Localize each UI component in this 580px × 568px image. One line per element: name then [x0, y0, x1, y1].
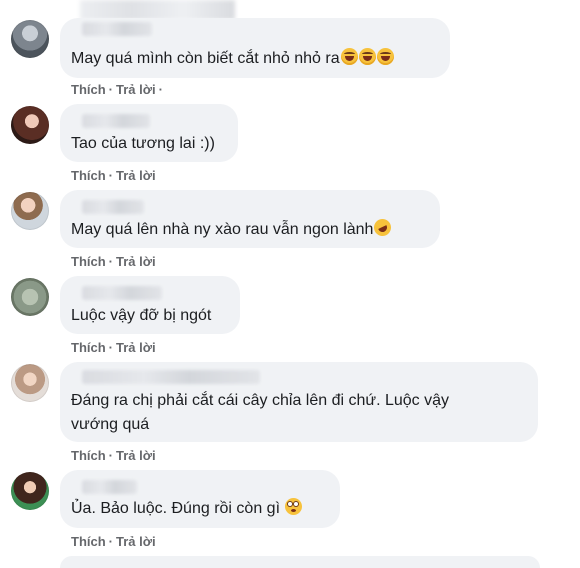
avatar[interactable]	[11, 20, 49, 58]
comment-text: May quá lên nhà ny xào rau vẫn ngon lành	[71, 216, 395, 242]
grinning-squint-emoji	[358, 48, 376, 65]
reply-link[interactable]: Trả lời	[116, 82, 156, 97]
avatar[interactable]	[11, 192, 49, 230]
comment-actions: Thích · Trả lời ·	[71, 82, 166, 97]
separator: ·	[108, 254, 114, 269]
comment-bubble: May quá lên nhà ny xào rau vẫn ngon lành	[60, 190, 440, 248]
comment-bubble: May quá mình còn biết cắt nhỏ nhỏ ra	[60, 18, 450, 78]
comment-actions: Thích · Trả lời	[71, 534, 156, 549]
like-link[interactable]: Thích	[71, 340, 106, 355]
reply-link[interactable]: Trả lời	[116, 168, 156, 183]
separator: ·	[108, 82, 114, 97]
like-link[interactable]: Thích	[71, 168, 106, 183]
comment-bubble: Ủa. Bảo luộc. Đúng rồi còn gì	[60, 470, 340, 528]
redacted-author-name	[82, 370, 260, 384]
separator: ·	[158, 82, 163, 97]
comment-bubble: Luộc vậy đỡ bị ngót	[60, 276, 240, 334]
comment-bubble: Tao của tương lai :))	[60, 104, 238, 162]
redacted-author-name	[82, 286, 162, 300]
avatar[interactable]	[11, 106, 49, 144]
next-comment-bubble-partial	[60, 556, 540, 568]
grinning-squint-emoji	[376, 48, 394, 65]
avatar[interactable]	[11, 278, 49, 316]
comment-actions: Thích · Trả lời	[71, 254, 156, 269]
like-link[interactable]: Thích	[71, 448, 106, 463]
comment-text: Đáng ra chị phải cắt cái cây chỉa lên đi…	[71, 392, 450, 433]
redacted-author-name	[82, 114, 150, 128]
separator: ·	[108, 168, 114, 183]
like-link[interactable]: Thích	[71, 82, 106, 97]
redacted-author-name	[82, 480, 137, 494]
comment-text: Luộc vậy đỡ bị ngót	[71, 307, 212, 324]
comment-bubble: Đáng ra chị phải cắt cái cây chỉa lên đi…	[60, 362, 538, 442]
grinning-squint-emoji	[340, 48, 358, 65]
rofl-emoji	[371, 216, 395, 239]
comment-text: Ủa. Bảo luộc. Đúng rồi còn gì	[71, 497, 303, 521]
comment-actions: Thích · Trả lời	[71, 340, 156, 355]
comment-text: May quá mình còn biết cắt nhỏ nhỏ ra	[71, 47, 394, 71]
blurred-previous-content	[80, 0, 235, 20]
avatar[interactable]	[11, 472, 49, 510]
avatar[interactable]	[11, 364, 49, 402]
comment-actions: Thích · Trả lời	[71, 168, 156, 183]
redacted-author-name	[82, 200, 144, 214]
redacted-author-name	[82, 22, 152, 36]
comment-text: Tao của tương lai :))	[71, 135, 215, 152]
reply-link[interactable]: Trả lời	[116, 254, 156, 269]
separator: ·	[108, 534, 114, 549]
comment-actions: Thích · Trả lời	[71, 448, 156, 463]
like-link[interactable]: Thích	[71, 534, 106, 549]
reply-link[interactable]: Trả lời	[116, 534, 156, 549]
separator: ·	[108, 448, 114, 463]
like-link[interactable]: Thích	[71, 254, 106, 269]
separator: ·	[108, 340, 114, 355]
flushed-emoji	[285, 498, 303, 515]
reply-link[interactable]: Trả lời	[116, 340, 156, 355]
reply-link[interactable]: Trả lời	[116, 448, 156, 463]
